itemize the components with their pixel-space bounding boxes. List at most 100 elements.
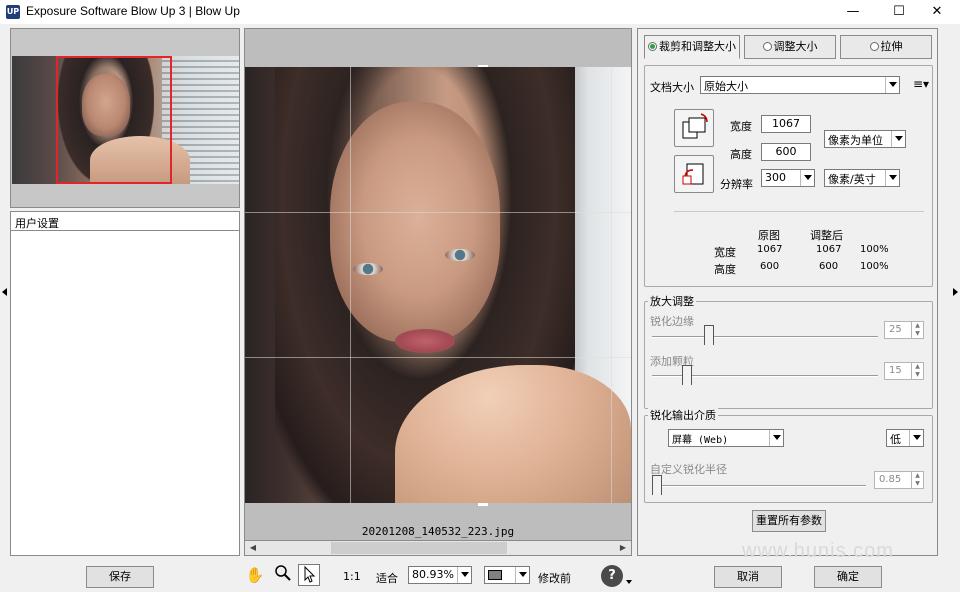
sharpen-edges-label: 锐化边缘	[650, 315, 694, 328]
height-label: 高度	[730, 148, 752, 161]
resolution-unit-select[interactable]: 像素/英寸	[824, 169, 900, 187]
zoom-select[interactable]: 80.93%	[408, 566, 472, 584]
preset-list[interactable]	[10, 231, 240, 556]
radius-slider-track[interactable]	[652, 485, 866, 487]
help-icon[interactable]: ?	[601, 565, 623, 587]
grain-slider-thumb[interactable]	[682, 365, 692, 385]
before-color-select[interactable]	[484, 566, 530, 584]
scroll-right-icon[interactable]: ▶	[616, 542, 630, 554]
crop-grid-line	[245, 212, 631, 213]
chevron-down-icon	[773, 435, 781, 440]
chevron-down-icon	[895, 136, 903, 141]
doc-size-select[interactable]: 原始大小	[700, 76, 900, 94]
rotate-icon	[682, 113, 708, 139]
tab-stretch[interactable]: 拉伸	[840, 35, 932, 59]
preview-canvas[interactable]: 20201208_140532_223.jpg	[244, 28, 632, 556]
resolution-label: 分辨率	[720, 178, 753, 191]
row-width-original: 1067	[757, 244, 783, 255]
cancel-button[interactable]: 取消	[714, 566, 782, 588]
save-button[interactable]: 保存	[86, 566, 154, 588]
output-medium-select[interactable]: 屏幕 (Web)	[668, 429, 784, 447]
sharpen-slider-track[interactable]	[652, 336, 878, 338]
unit-select[interactable]: 像素为单位	[824, 130, 906, 148]
menu-list-icon[interactable]: ≡▾	[913, 77, 929, 91]
chevron-down-icon	[913, 435, 921, 440]
resolution-value: 300	[765, 171, 786, 184]
sharpen-level-value: 低	[890, 433, 901, 446]
chevron-down-icon	[519, 572, 527, 577]
zoom-1-1-button[interactable]: 1:1	[343, 570, 361, 583]
hand-tool-icon[interactable]: ✋	[244, 564, 266, 586]
color-swatch-icon	[488, 570, 502, 580]
chevron-down-icon	[461, 572, 469, 577]
minimize-button[interactable]: —	[830, 0, 876, 24]
photo-face	[330, 102, 500, 342]
doc-size-label: 文档大小	[650, 81, 694, 94]
stepper-arrows-icon[interactable]: ▲ ▼	[911, 363, 923, 379]
tab-crop-resize[interactable]: 裁剪和调整大小	[644, 35, 740, 59]
window-title: Exposure Software Blow Up 3 | Blow Up	[26, 4, 240, 18]
stepper-arrows-icon[interactable]: ▲ ▼	[911, 472, 923, 488]
enlarge-title: 放大调整	[648, 293, 696, 309]
grain-value: 15	[889, 365, 902, 376]
divider	[674, 211, 924, 212]
height-input[interactable]: 600	[761, 143, 811, 161]
stepper-arrows-icon[interactable]: ▲ ▼	[911, 322, 923, 338]
scrollbar-thumb[interactable]	[331, 542, 507, 554]
watermark: www.hunis.com	[742, 540, 894, 562]
unit-value: 像素为单位	[828, 134, 883, 147]
col-adjusted-header: 调整后	[810, 229, 843, 242]
radius-value: 0.85	[879, 474, 902, 485]
sharpen-slider-thumb[interactable]	[704, 325, 714, 345]
ok-button[interactable]: 确定	[814, 566, 882, 588]
reset-size-button[interactable]	[674, 155, 714, 193]
output-medium-value: 屏幕 (Web)	[672, 435, 729, 446]
row-width-adjusted: 1067	[816, 244, 842, 255]
preview-photo	[245, 67, 631, 503]
photo-eye-right	[445, 249, 475, 261]
tab-label: 调整大小	[773, 40, 818, 53]
crop-grid-line	[350, 67, 351, 503]
navigator-panel	[10, 28, 240, 208]
fit-button[interactable]: 适合	[376, 570, 398, 586]
row-height-label: 高度	[714, 263, 736, 276]
radio-off-icon	[869, 42, 879, 51]
collapse-right-icon[interactable]	[953, 288, 958, 296]
doc-size-value: 原始大小	[704, 80, 748, 93]
horizontal-scrollbar[interactable]: ◀ ▶	[244, 540, 632, 556]
resolution-select[interactable]: 300	[761, 169, 815, 187]
radius-slider-thumb[interactable]	[652, 475, 662, 495]
select-tool-icon[interactable]	[298, 564, 320, 586]
rotate-orientation-button[interactable]	[674, 109, 714, 147]
tab-resize[interactable]: 调整大小	[744, 35, 836, 59]
resolution-unit-value: 像素/英寸	[828, 173, 876, 186]
before-label: 修改前	[538, 572, 571, 585]
radius-value-stepper[interactable]: 0.85 ▲ ▼	[874, 471, 924, 489]
navigator-thumbnail	[12, 56, 239, 184]
title-bar: UP Exposure Software Blow Up 3 | Blow Up…	[0, 0, 960, 24]
reset-size-icon	[682, 163, 704, 185]
crop-handle-bottom[interactable]	[478, 503, 488, 506]
width-label: 宽度	[730, 120, 752, 133]
row-width-label: 宽度	[714, 246, 736, 259]
sharpen-value-stepper[interactable]: 25 ▲ ▼	[884, 321, 924, 339]
settings-panel: 裁剪和调整大小 调整大小 拉伸 文档大小 原始大小 ≡▾ 宽度 1067 高度 …	[637, 28, 938, 556]
sharpen-level-select[interactable]: 低	[886, 429, 924, 447]
help-menu-chevron-icon[interactable]	[626, 580, 632, 584]
grain-value-stepper[interactable]: 15 ▲ ▼	[884, 362, 924, 380]
crop-grid-line	[611, 67, 612, 503]
radio-off-icon	[762, 42, 772, 51]
row-width-percent: 100%	[860, 244, 889, 255]
row-height-adjusted: 600	[819, 261, 839, 272]
collapse-left-icon[interactable]	[2, 288, 7, 296]
zoom-tool-icon[interactable]	[272, 564, 294, 586]
navigator-selection-frame[interactable]	[56, 56, 172, 184]
zoom-value: 80.93%	[412, 568, 454, 581]
close-button[interactable]: ✕	[914, 0, 960, 24]
width-input[interactable]: 1067	[761, 115, 811, 133]
col-original-header: 原图	[758, 229, 780, 242]
scroll-left-icon[interactable]: ◀	[246, 542, 260, 554]
crop-grid-line	[245, 357, 631, 358]
reset-all-button[interactable]: 重置所有参数	[752, 510, 826, 532]
sharpen-value: 25	[889, 324, 902, 335]
